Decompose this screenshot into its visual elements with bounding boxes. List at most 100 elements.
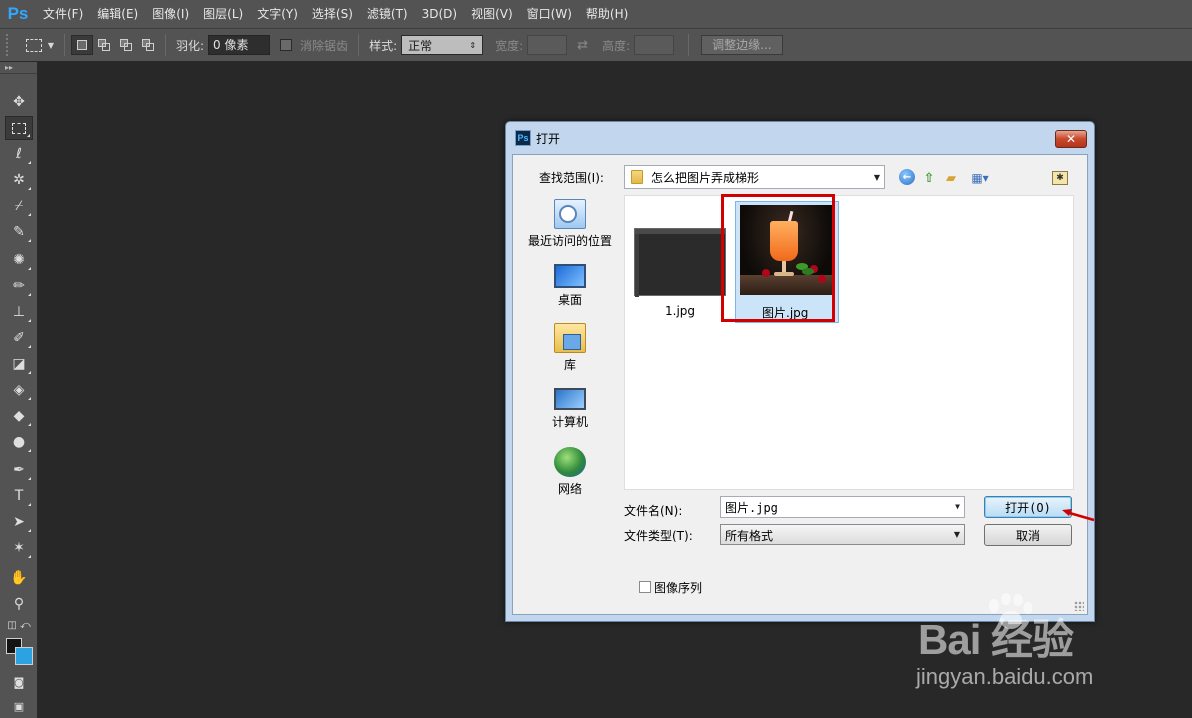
chevron-down-icon: ▼ [955,502,960,511]
options-bar: ▼ 羽化: 0 像素 消除锯齿 样式: 正常 ⇕ 宽度: ⇄ 高度: 调整边缘.… [0,28,1192,62]
menu-layer[interactable]: 图层(L) [196,0,250,28]
dodge-tool-icon[interactable]: ● [5,430,33,454]
computer-icon [554,388,586,410]
blur-tool-icon[interactable]: ◆ [5,404,33,428]
menu-window[interactable]: 窗口(W) [520,0,579,28]
background-color-swatch[interactable] [15,647,33,665]
place-desktop[interactable]: 桌面 [524,261,616,308]
width-label: 宽度: [495,38,524,53]
chevron-down-icon: ▼ [953,530,960,539]
add-selection-button[interactable] [93,35,115,55]
divider [165,34,166,56]
chevron-updown-icon: ⇕ [469,40,477,50]
eyedropper-tool-icon[interactable]: ✎ [5,220,33,244]
default-colors-icon[interactable]: ◫ ⤺ [5,618,33,632]
annotation-arrow [1062,509,1095,522]
image-sequence-checkbox[interactable] [639,581,651,593]
menu-3d[interactable]: 3D(D) [415,0,464,28]
style-value: 正常 [408,38,433,53]
place-libraries[interactable]: 库 [524,323,616,373]
antialias-label: 消除锯齿 [300,38,349,53]
screen-mode-icon[interactable]: ▣ [5,694,33,718]
file-list[interactable]: 1.jpg 图片.jpg [624,195,1074,490]
swap-icon[interactable]: ⇄ [577,38,588,53]
style-label: 样式: [369,38,398,53]
rect-marquee-icon [25,38,42,52]
file-name[interactable]: 1.jpg [665,304,695,318]
hand-tool-icon[interactable]: ✋ [5,566,33,590]
menu-view[interactable]: 视图(V) [464,0,520,28]
look-in-label: 查找范围(I): [539,171,604,185]
view-menu-icon[interactable]: ▦▾ [967,169,993,187]
intersect-selection-button[interactable] [137,35,159,55]
options-grip[interactable] [6,34,12,56]
places-bar: 最近访问的位置 桌面 库 计算机 网络 [524,195,616,565]
file-thumbnail[interactable] [634,228,726,297]
place-network[interactable]: 网络 [524,447,616,497]
custom-shape-tool-icon[interactable]: ✶ [5,536,33,560]
subtract-selection-icon [119,39,133,51]
close-icon: ✕ [1065,132,1077,146]
place-computer[interactable]: 计算机 [524,385,616,430]
up-folder-icon[interactable]: ⇧ [920,169,938,187]
paint-bucket-tool-icon[interactable]: ◈ [5,378,33,402]
new-selection-button[interactable] [71,35,93,55]
file-name-input[interactable]: 图片.jpg ▼ [720,496,965,518]
menu-file[interactable]: 文件(F) [36,0,90,28]
dialog-title: 打开 [536,131,561,146]
tool-preset-picker[interactable]: ▼ [22,33,58,57]
eraser-tool-icon[interactable]: ◪ [5,352,33,376]
new-folder-icon[interactable]: ▰ [942,169,960,187]
menu-select[interactable]: 选择(S) [305,0,360,28]
quick-mask-icon[interactable]: ◙ [5,670,33,694]
photoshop-icon: Ps [515,130,531,146]
style-select[interactable]: 正常 ⇕ [401,35,484,55]
healing-tool-icon[interactable]: ✺ [5,248,33,272]
height-input[interactable] [634,35,675,55]
divider [358,34,360,56]
brush-tool-icon[interactable]: ✏ [5,274,33,298]
baidu-watermark: Bai 经验 jingyan.baidu.com [912,590,1142,700]
type-tool-icon[interactable]: T [5,484,33,508]
favorites-icon[interactable]: ✱ [1052,171,1068,185]
cancel-button[interactable]: 取消 [984,524,1072,546]
lasso-tool-icon[interactable]: ℓ [5,142,33,166]
refine-edge-button[interactable]: 调整边缘... [701,35,783,55]
place-label: 桌面 [557,293,582,307]
close-button[interactable]: ✕ [1055,130,1087,148]
clone-stamp-tool-icon[interactable]: ⊥ [5,300,33,324]
menu-type[interactable]: 文字(Y) [250,0,305,28]
subtract-selection-button[interactable] [115,35,137,55]
pen-tool-icon[interactable]: ✒ [5,458,33,482]
network-icon [554,447,586,477]
tools-panel: ▸▸ ✥ ℓ ✲ ⌿ ✎ ✺ ✏ ⊥ ✐ ◪ ◈ ◆ ● ✒ T ➤ ✶ ✋ ⚲… [0,62,38,718]
feather-input[interactable]: 0 像素 [208,35,271,55]
place-recent[interactable]: 最近访问的位置 [524,199,616,249]
open-button[interactable]: 打开(O) [984,496,1072,518]
image-sequence-label: 图像序列 [654,581,703,595]
menu-bar: Ps 文件(F) 编辑(E) 图像(I) 图层(L) 文字(Y) 选择(S) 滤… [0,0,1192,28]
back-icon[interactable]: ← [899,169,915,185]
height-label: 高度: [602,38,631,53]
menu-edit[interactable]: 编辑(E) [90,0,145,28]
menu-help[interactable]: 帮助(H) [579,0,635,28]
move-tool-icon[interactable]: ✥ [5,90,33,114]
chevron-down-icon: ▼ [47,40,55,50]
path-selection-tool-icon[interactable]: ➤ [5,510,33,534]
magic-wand-tool-icon[interactable]: ✲ [5,168,33,192]
collapse-panel-icon[interactable]: ▸▸ [0,62,37,74]
history-brush-tool-icon[interactable]: ✐ [5,326,33,350]
file-type-select[interactable]: 所有格式 ▼ [720,524,965,545]
crop-tool-icon[interactable]: ⌿ [5,194,33,218]
divider [64,34,65,56]
menu-image[interactable]: 图像(I) [145,0,196,28]
dialog-title-bar[interactable]: Ps 打开 ✕ [506,122,1094,154]
width-input[interactable] [527,35,568,55]
zoom-tool-icon[interactable]: ⚲ [5,592,33,616]
look-in-combobox[interactable]: 怎么把图片弄成梯形 ▼ [624,165,885,189]
place-label: 库 [563,358,576,372]
menu-filter[interactable]: 滤镜(T) [360,0,415,28]
marquee-tool-icon[interactable] [5,116,33,140]
libraries-icon [554,323,586,353]
antialias-checkbox[interactable] [280,39,293,51]
